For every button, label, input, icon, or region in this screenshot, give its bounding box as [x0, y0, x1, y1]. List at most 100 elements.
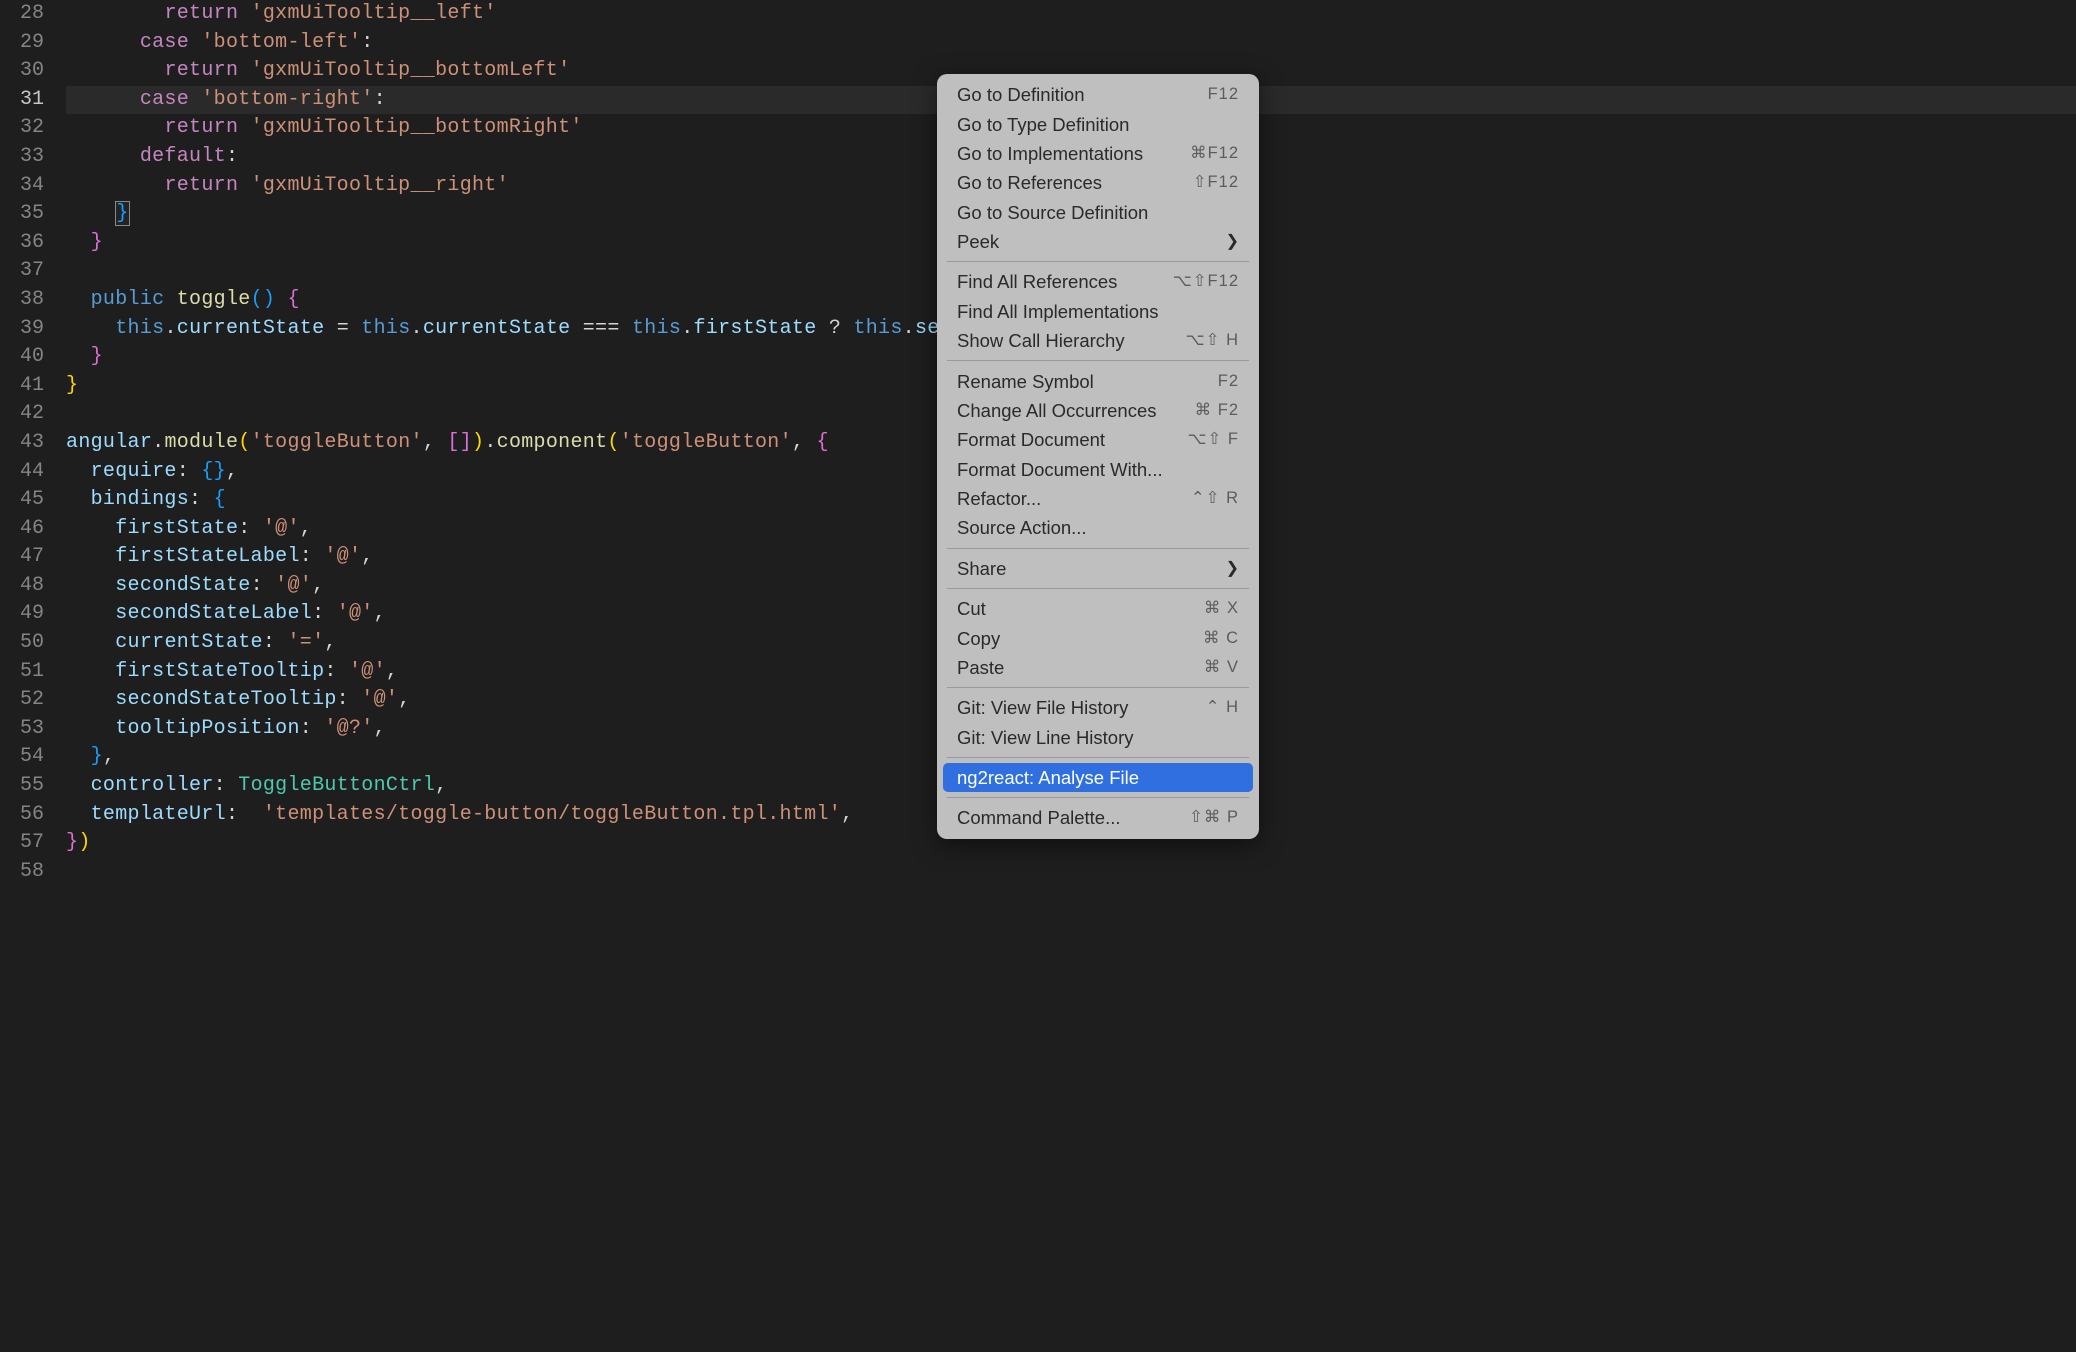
line-number: 30 — [20, 57, 44, 86]
line-number: 35 — [20, 200, 44, 229]
context-menu-item[interactable]: Refactor... ⌃⇧ R — [943, 484, 1253, 513]
menu-item-shortcut: F12 — [1208, 83, 1239, 106]
line-number: 58 — [20, 858, 44, 887]
menu-item-label: Copy — [957, 627, 1000, 650]
menu-item-label: Share — [957, 557, 1006, 580]
context-menu-separator — [947, 588, 1249, 589]
line-number: 31 — [20, 86, 44, 115]
context-menu-item[interactable]: Rename Symbol F2 — [943, 366, 1253, 395]
context-menu-item[interactable]: Git: View File History⌃ H — [943, 693, 1253, 722]
menu-item-shortcut: F2 — [1218, 370, 1239, 393]
menu-item-shortcut: ⌘ X — [1204, 597, 1239, 620]
line-number: 41 — [20, 372, 44, 401]
context-menu: Go to Definition F12 Go to Type Definition… — [937, 74, 1259, 839]
line-number: 51 — [20, 658, 44, 687]
line-number: 53 — [20, 715, 44, 744]
menu-item-shortcut: ⌥⇧ F — [1187, 428, 1239, 451]
line-number: 38 — [20, 286, 44, 315]
menu-item-label: Paste — [957, 656, 1004, 679]
context-menu-item[interactable]: Go to References⇧F12 — [943, 168, 1253, 197]
context-menu-item[interactable]: Go to Source Definition — [943, 198, 1253, 227]
menu-item-shortcut: ⌘ V — [1204, 656, 1239, 679]
menu-item-shortcut: ⌃ H — [1206, 696, 1239, 719]
context-menu-item[interactable]: Go to Definition F12 — [943, 80, 1253, 109]
context-menu-separator — [947, 797, 1249, 798]
context-menu-separator — [947, 548, 1249, 549]
line-number: 48 — [20, 572, 44, 601]
menu-item-shortcut: ⌥⇧ H — [1186, 329, 1239, 352]
line-number: 29 — [20, 29, 44, 58]
menu-item-shortcut: ⌘ F2 — [1195, 399, 1239, 422]
context-menu-item[interactable]: ng2react: Analyse File — [943, 763, 1253, 792]
line-number: 56 — [20, 801, 44, 830]
menu-item-label: Show Call Hierarchy — [957, 329, 1125, 352]
context-menu-separator — [947, 757, 1249, 758]
line-number: 55 — [20, 772, 44, 801]
context-menu-item[interactable]: Find All References⌥⇧F12 — [943, 267, 1253, 296]
menu-item-shortcut: ⌘F12 — [1190, 142, 1239, 165]
line-number: 34 — [20, 172, 44, 201]
context-menu-item[interactable]: Command Palette... ⇧⌘ P — [943, 803, 1253, 832]
menu-item-label: Format Document — [957, 428, 1105, 451]
line-number: 37 — [20, 257, 44, 286]
context-menu-separator — [947, 360, 1249, 361]
menu-item-label: Format Document With... — [957, 458, 1163, 481]
menu-item-label: Find All Implementations — [957, 300, 1159, 323]
menu-item-shortcut: ⌘ C — [1203, 627, 1239, 650]
menu-item-label: ng2react: Analyse File — [957, 766, 1139, 789]
line-number: 42 — [20, 400, 44, 429]
line-number: 28 — [20, 0, 44, 29]
line-number: 44 — [20, 458, 44, 487]
menu-item-label: Git: View Line History — [957, 726, 1134, 749]
line-number: 36 — [20, 229, 44, 258]
line-number: 47 — [20, 543, 44, 572]
context-menu-item[interactable]: Copy ⌘ C — [943, 623, 1253, 652]
chevron-right-icon: ❯ — [1226, 230, 1239, 253]
context-menu-item[interactable]: Go to Implementations ⌘F12 — [943, 139, 1253, 168]
menu-item-shortcut: ⇧⌘ P — [1189, 806, 1239, 829]
line-number: 43 — [20, 429, 44, 458]
menu-item-label: Go to Type Definition — [957, 113, 1129, 136]
line-number: 33 — [20, 143, 44, 172]
menu-item-label: Rename Symbol — [957, 370, 1094, 393]
menu-item-label: Go to Source Definition — [957, 201, 1148, 224]
context-menu-item[interactable]: Go to Type Definition — [943, 109, 1253, 138]
line-number: 40 — [20, 343, 44, 372]
context-menu-item[interactable]: Peek ❯ — [943, 227, 1253, 256]
context-menu-item[interactable]: Format Document With... — [943, 455, 1253, 484]
context-menu-item[interactable]: Cut ⌘ X — [943, 594, 1253, 623]
menu-item-label: Go to Definition — [957, 83, 1085, 106]
line-number: 39 — [20, 315, 44, 344]
code-line[interactable]: return 'gxmUiTooltip__left' — [66, 0, 2076, 29]
context-menu-separator — [947, 687, 1249, 688]
line-number: 57 — [20, 829, 44, 858]
menu-item-label: Refactor... — [957, 487, 1041, 510]
code-line[interactable]: case 'bottom-left': — [66, 29, 2076, 58]
line-number: 49 — [20, 600, 44, 629]
context-menu-item[interactable]: Git: View Line History — [943, 723, 1253, 752]
menu-item-label: Command Palette... — [957, 806, 1121, 829]
context-menu-item[interactable]: Show Call Hierarchy ⌥⇧ H — [943, 326, 1253, 355]
menu-item-label: Change All Occurrences — [957, 399, 1157, 422]
context-menu-item[interactable]: Paste ⌘ V — [943, 653, 1253, 682]
menu-item-shortcut: ⌃⇧ R — [1191, 487, 1239, 510]
code-line[interactable] — [66, 858, 2076, 887]
line-number: 45 — [20, 486, 44, 515]
context-menu-item[interactable]: Share ❯ — [943, 554, 1253, 583]
menu-item-label: Go to Implementations — [957, 142, 1143, 165]
chevron-right-icon: ❯ — [1226, 557, 1239, 580]
line-number: 32 — [20, 114, 44, 143]
context-menu-separator — [947, 261, 1249, 262]
menu-item-label: Cut — [957, 597, 986, 620]
menu-item-label: Peek — [957, 230, 999, 253]
context-menu-item[interactable]: Change All Occurrences ⌘ F2 — [943, 396, 1253, 425]
context-menu-item[interactable]: Find All Implementations — [943, 297, 1253, 326]
context-menu-item[interactable]: Source Action... — [943, 513, 1253, 542]
line-number: 46 — [20, 515, 44, 544]
context-menu-item[interactable]: Format Document ⌥⇧ F — [943, 425, 1253, 454]
line-number: 52 — [20, 686, 44, 715]
line-number-gutter: 2829303132333435363738394041424344454647… — [0, 0, 66, 1352]
menu-item-label: Go to References — [957, 171, 1102, 194]
line-number: 54 — [20, 743, 44, 772]
menu-item-label: Source Action... — [957, 516, 1087, 539]
